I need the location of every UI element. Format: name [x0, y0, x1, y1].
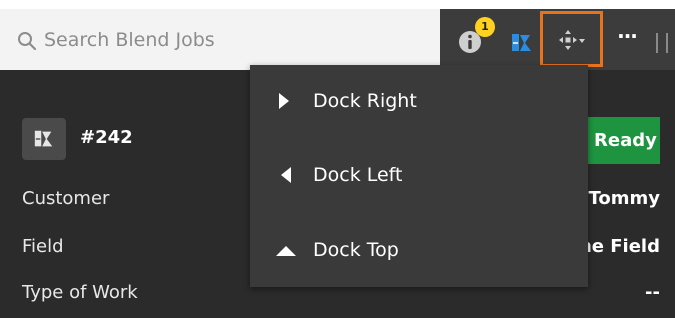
divider: [666, 33, 668, 53]
toolbar: 1 ···: [440, 9, 675, 70]
customer-value: Tommy: [588, 188, 661, 209]
more-icon: ···: [617, 24, 638, 48]
dock-menu: Dock Right Dock Left Dock Top: [250, 65, 588, 287]
blend-job-button[interactable]: [510, 31, 534, 55]
search-icon: [17, 31, 37, 51]
menu-item-dock-top[interactable]: Dock Top: [250, 220, 588, 280]
blend-jobs-app: 1 ···: [0, 0, 675, 318]
menu-item-label: Dock Top: [313, 239, 399, 261]
job-avatar: [22, 118, 66, 160]
triangle-right-icon: [279, 93, 289, 109]
menu-item-label: Dock Left: [313, 164, 403, 186]
customer-label: Customer: [22, 188, 110, 209]
status-badge: Ready: [580, 117, 660, 164]
divider: [656, 33, 658, 53]
job-number: #242: [80, 127, 133, 148]
dock-position-icon: [559, 30, 585, 50]
search-input[interactable]: [44, 25, 424, 55]
field-value: ne Field: [578, 236, 660, 257]
type-of-work-value: --: [645, 282, 660, 303]
menu-item-dock-left[interactable]: Dock Left: [250, 145, 588, 205]
notification-badge: 1: [475, 17, 495, 37]
type-of-work-label: Type of Work: [22, 282, 138, 303]
blend-job-icon: [34, 130, 53, 147]
triangle-up-icon: [276, 246, 296, 256]
search-bar: [0, 9, 440, 70]
dock-position-button[interactable]: [540, 11, 603, 67]
menu-item-label: Dock Right: [313, 90, 417, 112]
menu-item-dock-right[interactable]: Dock Right: [250, 71, 588, 131]
triangle-left-icon: [281, 167, 291, 183]
more-options-button[interactable]: ···: [615, 24, 639, 51]
field-label: Field: [22, 236, 64, 257]
blend-job-icon: [512, 34, 531, 51]
